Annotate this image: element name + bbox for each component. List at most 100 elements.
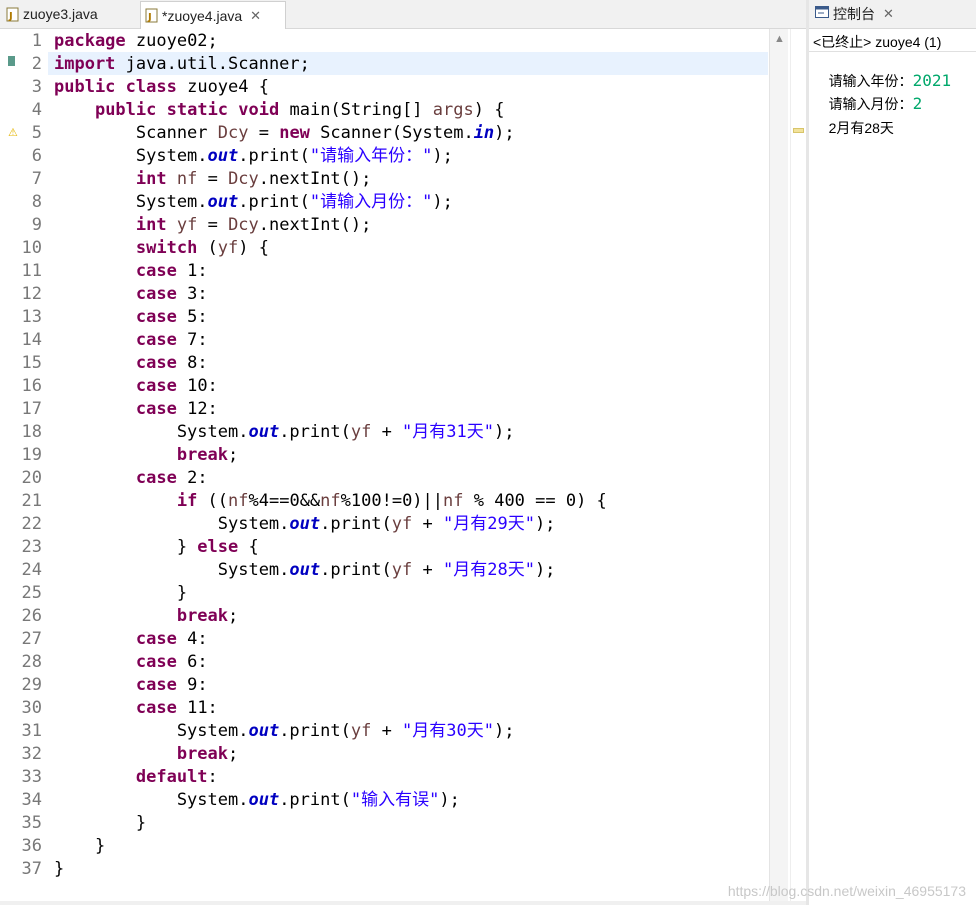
code-line[interactable]: case 12: [54,398,218,421]
code-line[interactable]: System.out.print(yf + "月有29天"); [54,513,556,536]
line-number: 13 [21,307,42,327]
code-token: case [135,675,177,695]
code-token: = [197,215,229,235]
code-line[interactable]: case 1: [54,260,208,283]
code-token: + [371,422,403,442]
code-line[interactable]: default: [54,766,218,789]
code-line[interactable]: case 11: [54,697,218,720]
code-token: import [54,54,116,74]
code-token: 2: [176,468,208,488]
code-token: break [176,606,229,626]
code-line[interactable]: case 4: [54,628,208,651]
code-line[interactable]: System.out.print(yf + "月有28天"); [54,559,556,582]
code-token: nf [320,491,341,511]
code-line[interactable]: break; [54,444,238,467]
code-line[interactable]: } [54,835,105,858]
code-line[interactable]: public class zuoye4 { [54,76,269,99]
code-token: ); [432,146,453,166]
code-token: java.util.Scanner; [115,54,310,74]
code-token: int [135,215,167,235]
code-token: package [54,31,126,51]
line-number: 26 [21,606,42,626]
code-token: System. [54,790,249,810]
code-line[interactable]: } [54,858,64,881]
code-token: + [371,721,403,741]
code-token: 4: [176,629,208,649]
code-token: "月有29天" [442,514,535,534]
code-token: out [248,422,280,442]
horizontal-scrollbar[interactable] [0,901,806,905]
code-line[interactable]: System.out.print(yf + "月有30天"); [54,720,515,743]
code-token: } [54,859,65,879]
code-line[interactable]: System.out.print("输入有误"); [54,789,460,812]
code-token: zuoye4 { [176,77,269,97]
code-line[interactable]: break; [54,743,238,766]
line-number: 32 [21,744,42,764]
code-line[interactable]: case 7: [54,329,208,352]
line-number-gutter: 1 2 3 4 5 6 7 8 9 10 11 12 13 14 15 16 17 18 19 20 21 22 23 24 2… [0,29,48,901]
code-token: System. [54,146,208,166]
code-line[interactable]: case 10: [54,375,218,398]
code-token: yf [176,215,198,235]
scroll-up-icon[interactable]: ▲ [774,33,785,45]
code-line[interactable]: int yf = Dcy.nextInt(); [54,214,371,237]
close-icon[interactable]: ✕ [250,8,261,24]
code-line[interactable]: switch (yf) { [54,237,269,260]
code-token: 12: [176,399,218,419]
line-number: 27 [21,629,42,649]
code-line[interactable]: case 6: [54,651,208,674]
code-line[interactable]: case 8: [54,352,208,375]
code-token: ; [228,744,239,764]
tab-console[interactable]: 控制台 ✕ [815,4,894,24]
code-token: .nextInt(); [258,169,372,189]
code-line[interactable]: } [54,812,146,835]
svg-text:J: J [8,11,13,22]
code-token: Dcy [217,123,249,143]
code-editor[interactable]: 1 2 3 4 5 6 7 8 9 10 11 12 13 14 15 16 17 18 19 20 21 22 23 24 2… [0,29,788,901]
code-line[interactable]: case 3: [54,283,208,306]
close-icon[interactable]: ✕ [883,6,894,22]
console-view[interactable]: <已终止> zuoye4 (1) 请输入年份：2021 请输入月份：2 2月有2… [809,29,976,905]
code-line[interactable]: Scanner Dcy = new Scanner(System.in); [54,122,515,145]
code-token: case [135,399,177,419]
code-token: .print( [279,422,351,442]
code-line[interactable]: System.out.print("请输入年份："); [54,145,453,168]
code-line[interactable]: } else { [54,536,259,559]
code-token: .nextInt(); [258,215,372,235]
code-token: ) { [238,238,269,258]
tab-zuoye3[interactable]: J zuoye3.java [6,1,98,27]
code-token: ); [439,790,460,810]
code-line[interactable]: package zuoye02; [54,30,218,53]
code-token: yf [391,560,413,580]
code-line[interactable]: case 2: [54,467,208,490]
code-line[interactable]: if ((nf%4==0&&nf%100!=0)||nf % 400 == 0)… [54,490,607,513]
code-line[interactable]: import java.util.Scanner; [54,53,310,76]
code-token: System. [54,721,249,741]
overview-ruler [790,29,805,901]
vertical-scrollbar[interactable]: ▲ [769,29,788,901]
code-line[interactable]: } [54,582,187,605]
code-line[interactable]: case 9: [54,674,208,697]
warning-marker[interactable] [793,128,804,133]
code-line[interactable]: int nf = Dcy.nextInt(); [54,168,371,191]
code-line[interactable]: public static void main(String[] args) { [54,99,505,122]
code-token: 1: [176,261,208,281]
code-line[interactable]: System.out.print(yf + "月有31天"); [54,421,515,444]
code-token: .print( [238,192,310,212]
code-line[interactable]: System.out.print("请输入月份："); [54,191,453,214]
line-number: 25 [21,583,42,603]
code-token: System. [54,192,208,212]
tab-zuoye4[interactable]: J *zuoye4.java ✕ [140,1,286,29]
warning-icon[interactable]: ⚠ [8,126,18,139]
code-line[interactable]: break; [54,605,238,628]
line-number: 12 [21,284,42,304]
code-line[interactable]: case 5: [54,306,208,329]
